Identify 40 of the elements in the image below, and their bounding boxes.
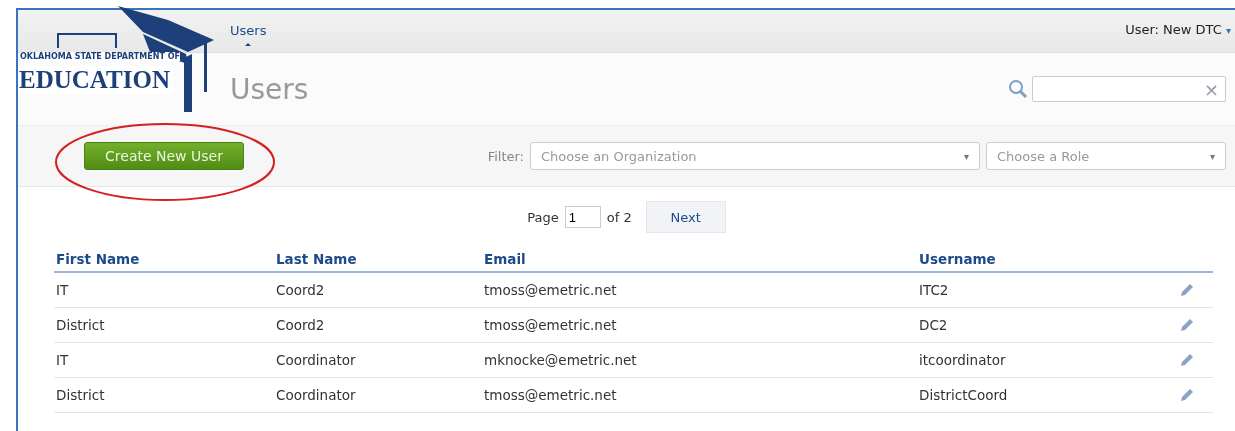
search-icon	[1008, 79, 1028, 99]
column-header: First Name	[56, 251, 140, 267]
clear-button[interactable]: ×	[1203, 78, 1225, 100]
user-menu[interactable]: User: New DTC ▾	[1125, 10, 1235, 37]
table-cell: ITC2	[919, 282, 949, 298]
pencil-icon[interactable]	[1179, 281, 1195, 298]
table-cell: DistrictCoord	[919, 387, 1008, 403]
dropdown[interactable]: Choose a Role ▾	[986, 142, 1226, 170]
create-user-button[interactable]: Create New User	[84, 142, 244, 170]
page-field[interactable]: 1	[564, 206, 601, 228]
dropdown[interactable]: Choose an Organization ▾	[530, 142, 980, 170]
table-cell: Coord2	[276, 317, 325, 333]
table-cell: IT	[56, 352, 69, 368]
column-header: Username	[919, 251, 996, 267]
page-title: Users	[230, 72, 309, 106]
filter-label: Filter:	[487, 148, 524, 164]
column-header: Last Name	[276, 251, 357, 267]
next-button[interactable]: Next	[645, 201, 726, 233]
table-cell: tmoss@emetric.net	[484, 317, 617, 333]
search-field[interactable]: ×	[1032, 76, 1226, 102]
page-label: Page	[527, 209, 559, 225]
page-count: of 2	[606, 209, 632, 225]
table-cell: Coordinator	[276, 387, 356, 403]
logo-title: EDUCATION	[18, 66, 173, 94]
table-cell: tmoss@emetric.net	[484, 282, 617, 298]
table-cell: DC2	[919, 317, 948, 333]
table-cell: Coordinator	[276, 352, 356, 368]
table-cell: IT	[56, 282, 69, 298]
table-cell: Coord2	[276, 282, 325, 298]
table-cell: tmoss@emetric.net	[484, 387, 617, 403]
column-header: Email	[484, 251, 526, 267]
nav-tab[interactable]: Users	[230, 23, 267, 46]
pencil-icon[interactable]	[1179, 386, 1195, 403]
table-cell: District	[56, 317, 105, 333]
pencil-icon[interactable]	[1179, 351, 1195, 368]
table-cell: District	[56, 387, 105, 403]
table-cell: mknocke@emetric.net	[484, 352, 637, 368]
pencil-icon[interactable]	[1179, 316, 1195, 333]
logo-subtitle: OKLAHOMA STATE DEPARTMENT OF	[20, 52, 180, 61]
table-cell: itcoordinator	[919, 352, 1006, 368]
